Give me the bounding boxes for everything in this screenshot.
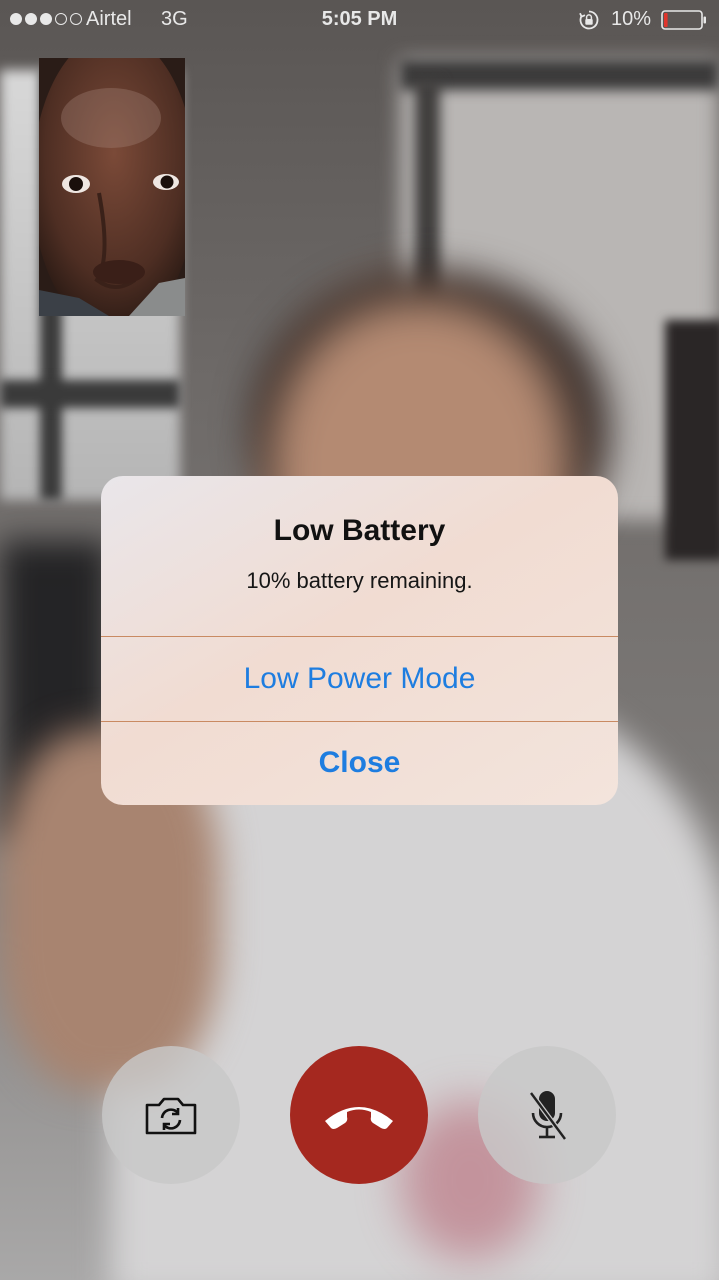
- close-button[interactable]: Close: [101, 746, 618, 780]
- alert-title: Low Battery: [273, 514, 446, 547]
- alert-divider: [101, 636, 618, 637]
- alert-message: 10% battery remaining.: [246, 568, 473, 593]
- battery-icon: [661, 10, 706, 30]
- bg-frame: [665, 320, 719, 560]
- alert-divider: [101, 721, 618, 722]
- low-power-mode-button[interactable]: Low Power Mode: [101, 662, 618, 696]
- end-call-button[interactable]: [290, 1046, 428, 1184]
- rotation-lock-icon: [579, 10, 599, 30]
- self-view-thumbnail[interactable]: [39, 58, 185, 316]
- microphone-muted-icon: [528, 1091, 568, 1141]
- bg-beam: [400, 60, 719, 90]
- low-battery-alert: Low Battery 10% battery remaining. Low P…: [101, 476, 618, 805]
- self-view-face: [39, 58, 185, 316]
- flip-camera-button[interactable]: [102, 1046, 240, 1184]
- flip-camera-icon: [145, 1097, 197, 1135]
- status-bar: Airtel 3G 5:05 PM 10%: [0, 0, 719, 40]
- battery-percentage: 10%: [611, 8, 652, 30]
- mute-button[interactable]: [478, 1046, 616, 1184]
- bg-window-transom: [0, 380, 180, 408]
- alert-header: Low Battery 10% battery remaining.: [101, 476, 618, 636]
- end-call-icon: [325, 1107, 393, 1129]
